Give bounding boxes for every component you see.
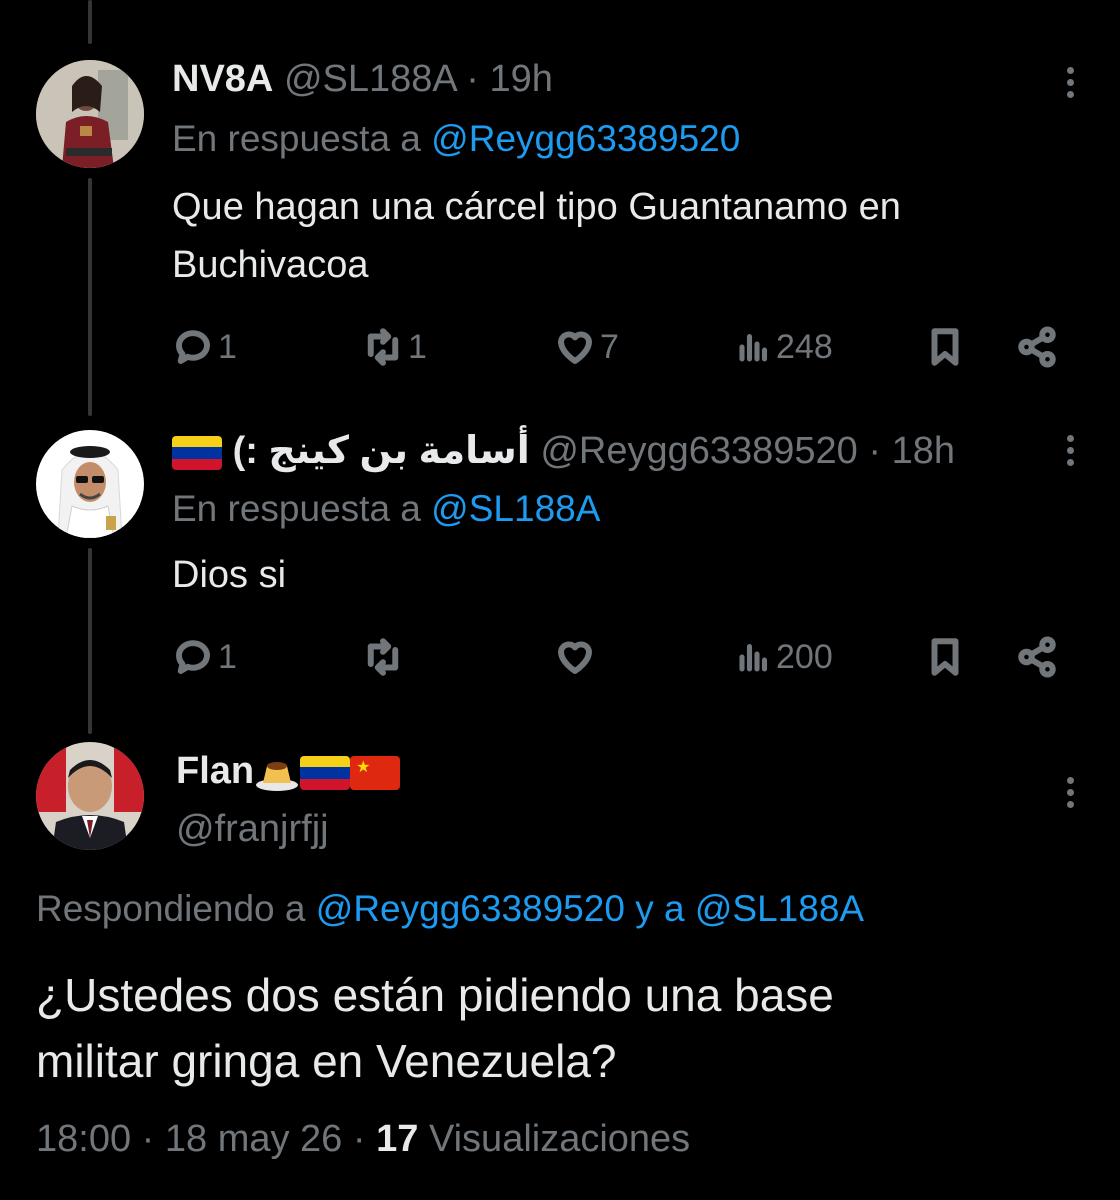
tweet-header: أسامة بن كينج :) @Reygg63389520 · 18h bbox=[172, 428, 955, 474]
like-button[interactable]: 7 bbox=[554, 322, 619, 372]
retweet-button[interactable]: 1 bbox=[362, 322, 427, 372]
retweet-count: 1 bbox=[408, 327, 427, 366]
venezuela-flag-icon bbox=[172, 435, 222, 470]
tweet-header: Flan ★ bbox=[176, 748, 401, 794]
reply-count: 1 bbox=[218, 327, 237, 366]
reply-prefix: Respondiendo a bbox=[36, 888, 306, 929]
views-label[interactable]: Visualizaciones bbox=[429, 1118, 690, 1160]
reply-context: En respuesta a @SL188A bbox=[172, 486, 600, 532]
retweet-icon bbox=[367, 638, 399, 676]
share-icon bbox=[1018, 326, 1056, 368]
like-icon bbox=[558, 641, 592, 674]
tweet-text: Que hagan una cárcel tipo Guantanamo en … bbox=[172, 178, 1072, 294]
tweet-text-line: militar gringa en Venezuela? bbox=[36, 1035, 617, 1087]
timestamp[interactable]: 18h bbox=[892, 430, 955, 472]
reply-mention[interactable]: @Reygg63389520 bbox=[431, 118, 740, 159]
display-name[interactable]: أسامة بن كينج :) bbox=[233, 430, 530, 472]
separator: · bbox=[141, 1118, 155, 1160]
reply-icon bbox=[176, 640, 210, 674]
action-bar: 1 1 7 248 bbox=[172, 322, 1072, 372]
avatar[interactable] bbox=[36, 60, 144, 168]
reply-context: Respondiendo a @Reygg63389520 y a @SL188… bbox=[36, 886, 864, 932]
bookmark-icon bbox=[931, 638, 959, 676]
reply-prefix: En respuesta a bbox=[172, 488, 421, 529]
separator: · bbox=[352, 1118, 366, 1160]
reply-button[interactable]: 1 bbox=[172, 322, 237, 372]
views-button[interactable]: 248 bbox=[736, 322, 833, 372]
tweet-header: NV8A @SL188A · 19h bbox=[172, 56, 553, 102]
reply-icon bbox=[176, 330, 210, 364]
tweet-date[interactable]: 18 may 26 bbox=[165, 1118, 342, 1160]
tweet-2[interactable]: أسامة بن كينج :) @Reygg63389520 · 18h En… bbox=[0, 400, 1120, 720]
tweet-text-line: ¿Ustedes dos están pidiendo una base bbox=[36, 969, 834, 1021]
bookmark-icon bbox=[931, 328, 959, 366]
venezuela-flag-icon bbox=[300, 755, 351, 790]
more-icon[interactable] bbox=[1060, 62, 1080, 102]
avatar[interactable] bbox=[36, 430, 144, 538]
action-bar: 1 200 bbox=[172, 632, 1072, 682]
main-tweet[interactable]: Flan ★ @franjrfjj Respondiendo a @Reygg63… bbox=[0, 720, 1120, 1200]
views-icon bbox=[739, 643, 768, 672]
flan-emoji-icon bbox=[254, 754, 300, 792]
share-icon bbox=[1018, 636, 1056, 678]
reply-button[interactable]: 1 bbox=[172, 632, 237, 682]
tweet-text-line: Buchivacoa bbox=[172, 244, 369, 286]
share-button[interactable] bbox=[1016, 632, 1058, 682]
timestamp[interactable]: 19h bbox=[489, 58, 552, 100]
china-flag-icon: ★ bbox=[350, 755, 401, 790]
like-button[interactable] bbox=[554, 632, 600, 682]
tweet-1[interactable]: NV8A @SL188A · 19h En respuesta a @Reygg… bbox=[0, 0, 1120, 400]
retweet-icon bbox=[367, 328, 399, 366]
reply-mention-2[interactable]: @SL188A bbox=[695, 888, 864, 929]
views-icon bbox=[739, 333, 768, 362]
bookmark-button[interactable] bbox=[924, 322, 966, 372]
tweet-text: ¿Ustedes dos están pidiendo una base mil… bbox=[36, 962, 1086, 1094]
separator: · bbox=[868, 430, 882, 472]
separator: · bbox=[466, 58, 479, 100]
tweet-text-line: Que hagan una cárcel tipo Guantanamo en bbox=[172, 186, 901, 228]
handle[interactable]: @Reygg63389520 bbox=[540, 430, 858, 472]
reply-join[interactable]: y a bbox=[635, 888, 684, 929]
more-icon[interactable] bbox=[1060, 772, 1080, 812]
like-count: 7 bbox=[600, 327, 619, 366]
like-icon bbox=[558, 331, 592, 364]
reply-context: En respuesta a @Reygg63389520 bbox=[172, 116, 740, 162]
views-button[interactable]: 200 bbox=[736, 632, 833, 682]
reply-mention-1[interactable]: @Reygg63389520 bbox=[316, 888, 625, 929]
bookmark-button[interactable] bbox=[924, 632, 966, 682]
reply-mention[interactable]: @SL188A bbox=[431, 488, 600, 529]
reply-count: 1 bbox=[218, 637, 237, 676]
avatar[interactable] bbox=[36, 742, 144, 850]
retweet-button[interactable] bbox=[362, 632, 408, 682]
views-count: 200 bbox=[776, 637, 833, 676]
tweet-text: Dios si bbox=[172, 546, 1072, 604]
handle[interactable]: @franjrfjj bbox=[176, 806, 329, 852]
display-name[interactable]: NV8A bbox=[172, 58, 273, 100]
views-count: 248 bbox=[776, 327, 833, 366]
more-icon[interactable] bbox=[1060, 430, 1080, 470]
display-name[interactable]: Flan bbox=[176, 750, 254, 792]
tweet-time[interactable]: 18:00 bbox=[36, 1118, 131, 1160]
handle[interactable]: @SL188A bbox=[284, 58, 456, 100]
share-button[interactable] bbox=[1016, 322, 1058, 372]
tweet-meta: 18:00 · 18 may 26 · 17 Visualizaciones bbox=[36, 1116, 690, 1162]
tweet-text-line: Dios si bbox=[172, 554, 287, 596]
reply-prefix: En respuesta a bbox=[172, 118, 421, 159]
views-count[interactable]: 17 bbox=[376, 1118, 418, 1160]
